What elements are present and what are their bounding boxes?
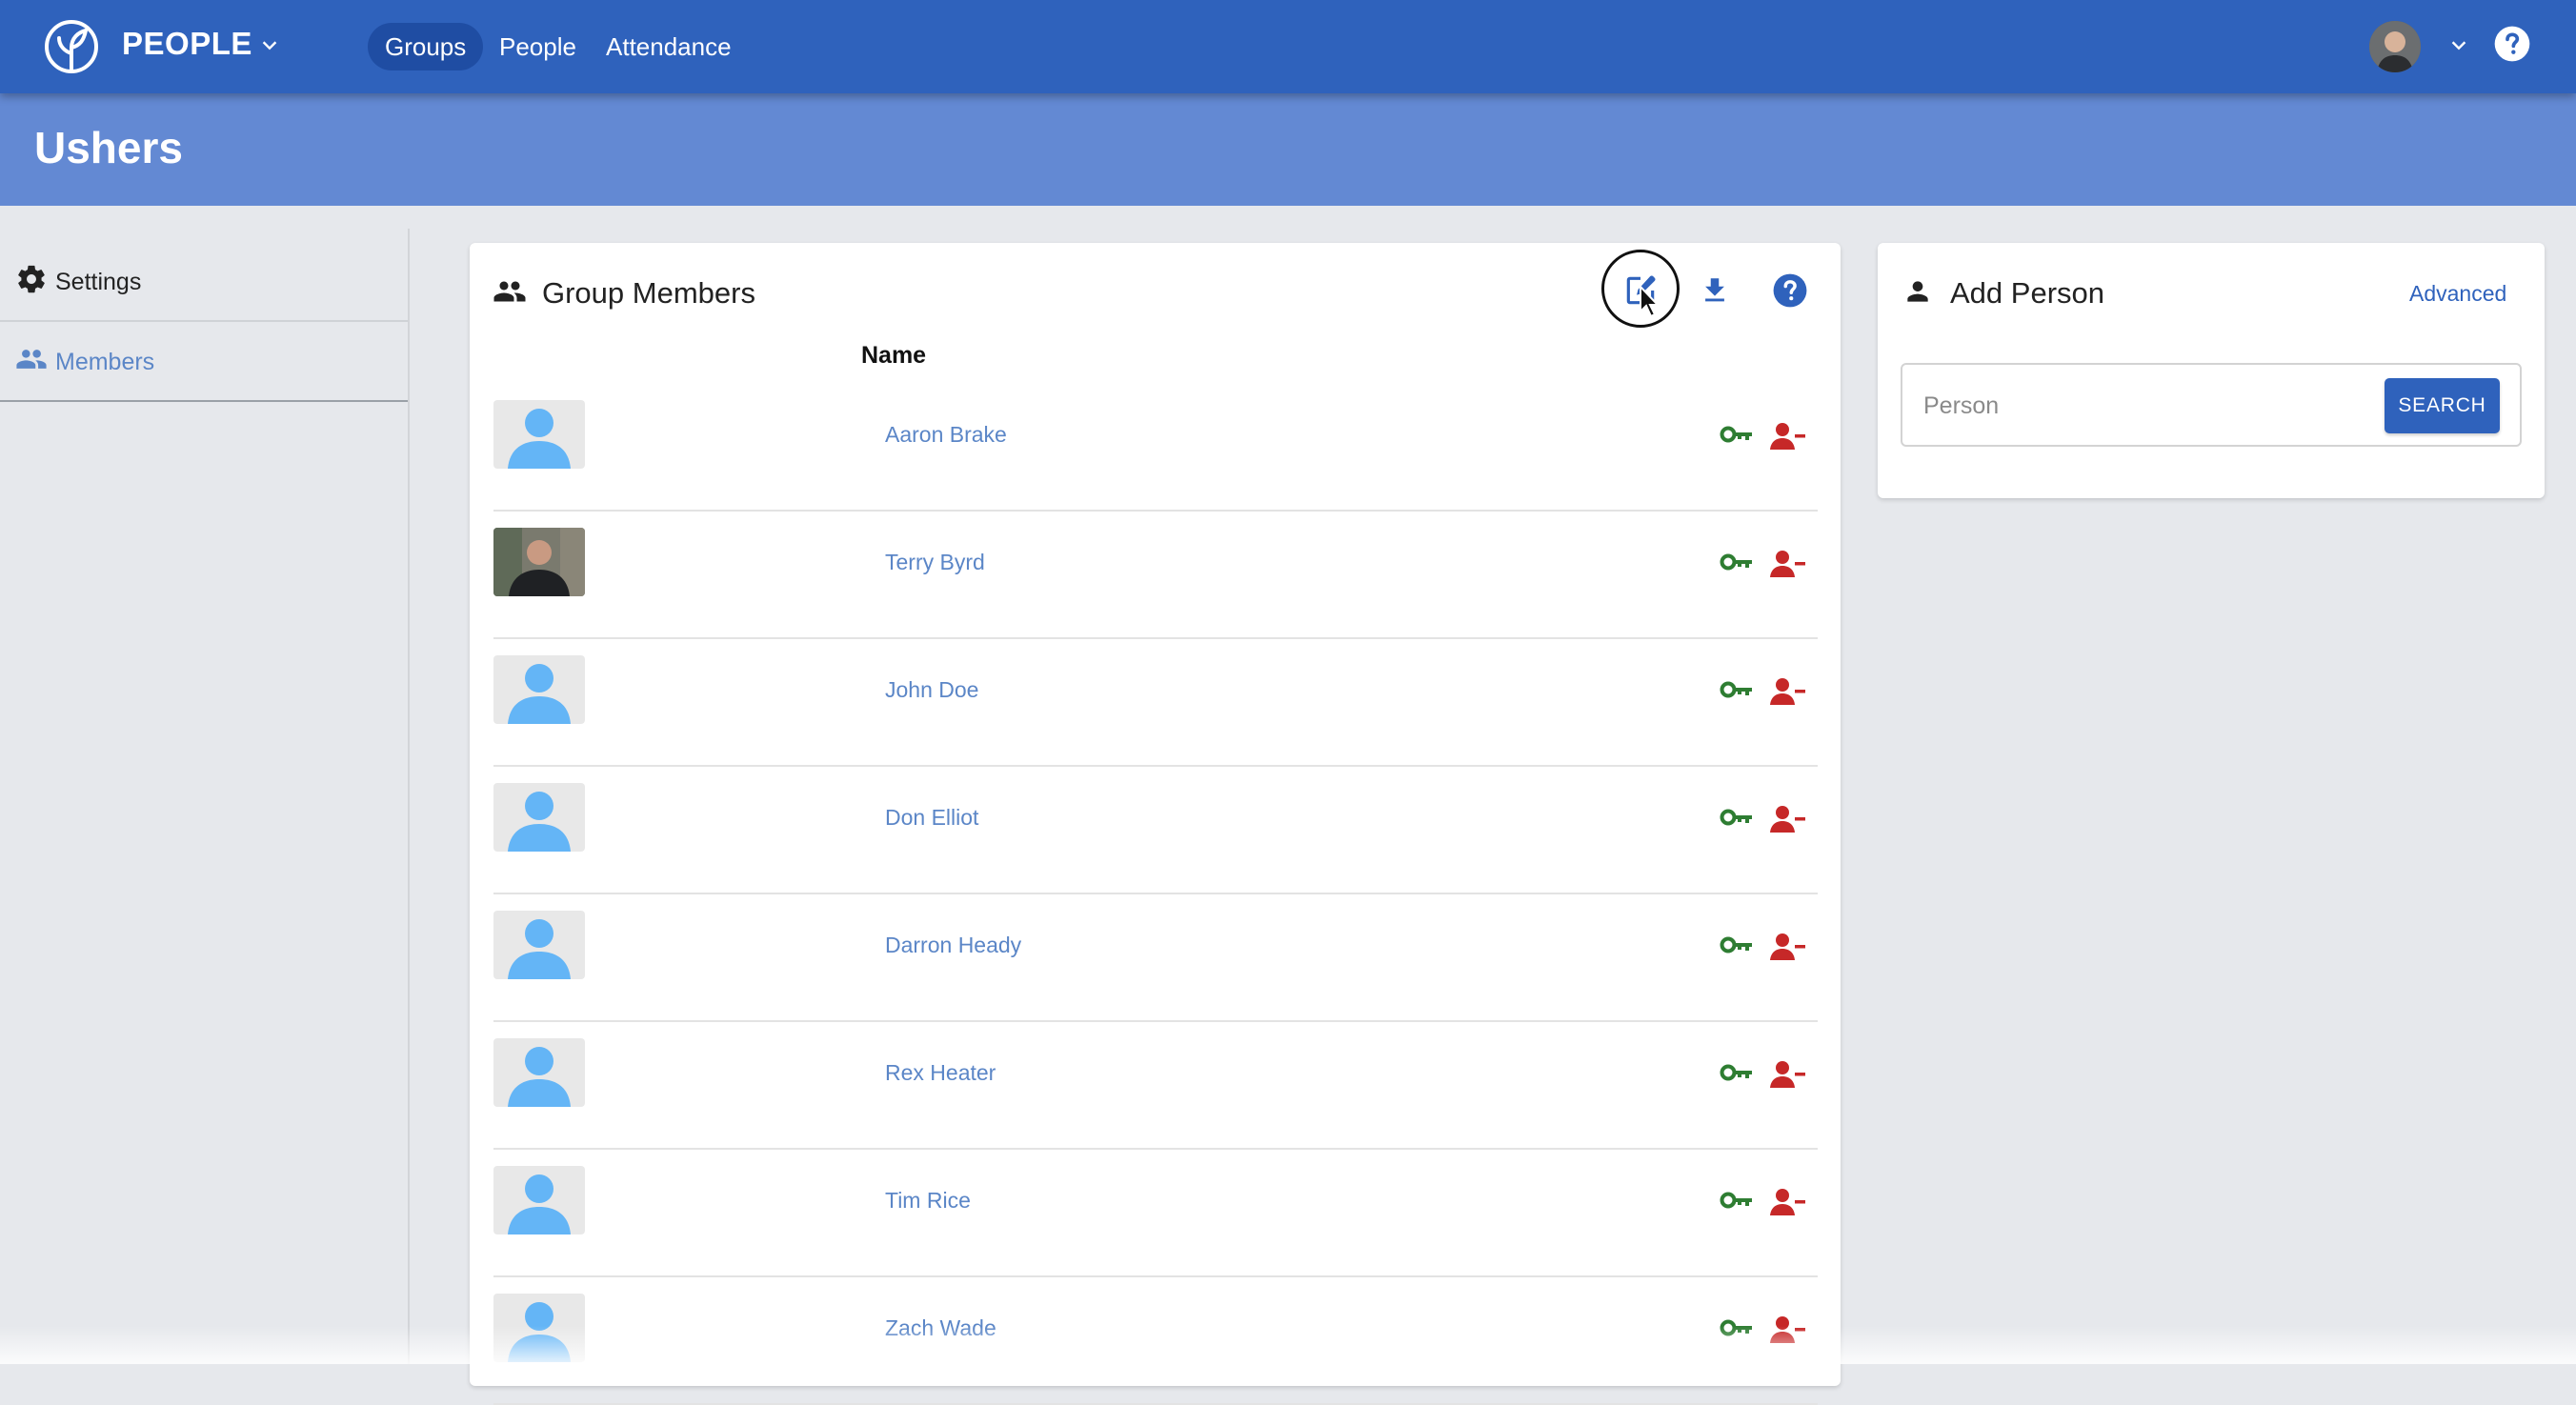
- member-name-link[interactable]: Zach Wade: [885, 1315, 996, 1341]
- key-icon[interactable]: [1720, 425, 1754, 444]
- table-row: Aaron Brake: [493, 384, 1818, 512]
- person-photo[interactable]: [493, 528, 585, 596]
- members-list: Aaron Brake Terry Byrd John Doe Don Elli…: [493, 384, 1818, 1405]
- search-button[interactable]: SEARCH: [2385, 378, 2500, 433]
- member-name-link[interactable]: Tim Rice: [885, 1188, 971, 1214]
- page-title: Ushers: [34, 123, 183, 172]
- nav-groups[interactable]: Groups: [368, 23, 484, 70]
- person-placeholder-icon[interactable]: [493, 400, 585, 469]
- person-placeholder-icon[interactable]: [493, 1294, 585, 1362]
- sidebar: Settings Members: [0, 229, 410, 1364]
- table-row: Zach Wade: [493, 1277, 1818, 1405]
- member-name-link[interactable]: Don Elliot: [885, 805, 978, 831]
- member-name-link[interactable]: John Doe: [885, 677, 978, 703]
- add-person-card: Add Person Advanced SEARCH: [1878, 243, 2545, 498]
- key-icon[interactable]: [1720, 552, 1754, 572]
- key-icon[interactable]: [1720, 808, 1754, 827]
- table-row: Darron Heady: [493, 894, 1818, 1022]
- download-icon[interactable]: [1699, 274, 1731, 307]
- person-search-input[interactable]: [1922, 382, 2345, 430]
- member-name-link[interactable]: Rex Heater: [885, 1060, 996, 1086]
- person-icon: [1902, 276, 1933, 307]
- nav-people[interactable]: People: [482, 23, 594, 70]
- remove-person-icon[interactable]: [1770, 1060, 1806, 1089]
- key-icon[interactable]: [1720, 935, 1754, 954]
- member-name-link[interactable]: Darron Heady: [885, 933, 1021, 958]
- person-placeholder-icon[interactable]: [493, 783, 585, 852]
- table-row: John Doe: [493, 639, 1818, 767]
- app-name[interactable]: PEOPLE: [122, 26, 252, 62]
- people-icon: [493, 274, 527, 309]
- group-members-title: Group Members: [542, 276, 755, 310]
- gear-icon: [15, 263, 48, 295]
- remove-person-icon[interactable]: [1770, 677, 1806, 706]
- key-icon[interactable]: [1720, 1063, 1754, 1082]
- key-icon[interactable]: [1720, 1318, 1754, 1337]
- person-placeholder-icon[interactable]: [493, 1166, 585, 1234]
- sidebar-item-label: Settings: [55, 269, 142, 295]
- column-header-name[interactable]: Name: [861, 342, 926, 370]
- people-icon: [15, 343, 48, 375]
- member-name-link[interactable]: Aaron Brake: [885, 422, 1007, 448]
- app-logo-icon[interactable]: [44, 19, 99, 74]
- person-placeholder-icon[interactable]: [493, 1038, 585, 1107]
- remove-person-icon[interactable]: [1770, 1188, 1806, 1216]
- key-icon[interactable]: [1720, 680, 1754, 699]
- remove-person-icon[interactable]: [1770, 1315, 1806, 1344]
- remove-person-icon[interactable]: [1770, 805, 1806, 833]
- remove-person-icon[interactable]: [1770, 422, 1806, 451]
- user-avatar[interactable]: [2369, 21, 2421, 72]
- sidebar-item-members[interactable]: Members: [0, 322, 408, 402]
- table-row: Rex Heater: [493, 1022, 1818, 1150]
- sidebar-item-settings[interactable]: Settings: [0, 242, 408, 322]
- person-search-box: SEARCH: [1901, 363, 2522, 447]
- help-icon[interactable]: [2493, 25, 2531, 63]
- add-person-title: Add Person: [1950, 276, 2104, 310]
- group-members-card: Group Members Name Aaron Brake Terry Byr…: [470, 243, 1841, 1405]
- remove-person-icon[interactable]: [1770, 933, 1806, 961]
- top-app-bar: PEOPLE Groups People Attendance: [0, 0, 2576, 93]
- app-switcher-chevron-icon[interactable]: [259, 34, 280, 55]
- help-icon[interactable]: [1772, 272, 1808, 309]
- page-header-banner: [0, 93, 2576, 206]
- nav-attendance[interactable]: Attendance: [589, 23, 749, 70]
- person-placeholder-icon[interactable]: [493, 655, 585, 724]
- member-name-link[interactable]: Terry Byrd: [885, 550, 985, 575]
- table-row: Terry Byrd: [493, 512, 1818, 639]
- sidebar-item-label: Members: [55, 349, 155, 375]
- user-menu-chevron-icon[interactable]: [2448, 34, 2469, 55]
- table-row: Don Elliot: [493, 767, 1818, 894]
- advanced-link[interactable]: Advanced: [2409, 281, 2506, 307]
- mouse-cursor-icon: [1639, 285, 1663, 319]
- remove-person-icon[interactable]: [1770, 550, 1806, 578]
- person-placeholder-icon[interactable]: [493, 911, 585, 979]
- table-row: Tim Rice: [493, 1150, 1818, 1277]
- key-icon[interactable]: [1720, 1191, 1754, 1210]
